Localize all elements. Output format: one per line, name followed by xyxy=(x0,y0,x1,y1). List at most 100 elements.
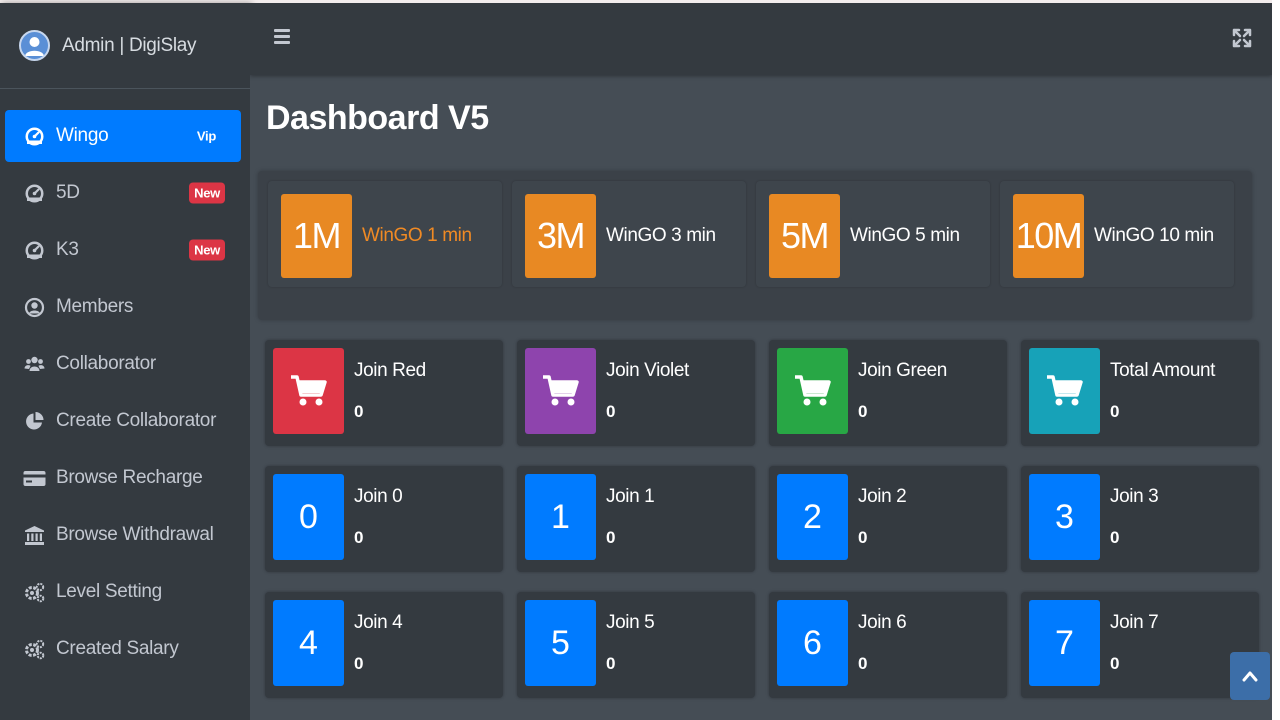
stat-join-violet: Join Violet 0 xyxy=(517,340,755,446)
game-wingo-5min[interactable]: 5M WinGO 5 min xyxy=(756,181,990,287)
game-wingo-1min[interactable]: 1M WinGO 1 min xyxy=(268,181,502,287)
number-badge: 4 xyxy=(273,600,344,686)
sidebar-item-browse-withdrawal[interactable]: Browse Withdrawal xyxy=(5,509,241,561)
stat-label: Join 5 xyxy=(606,612,655,633)
sidebar-menu: Wingo Vip 5D New K3 New Members Collabor… xyxy=(0,89,250,675)
sidebar-item-create-collaborator[interactable]: Create Collaborator xyxy=(5,395,241,447)
page-title: Dashboard V5 xyxy=(266,99,489,137)
stat-join-2: 2 Join 2 0 xyxy=(769,466,1007,572)
user-circle-icon xyxy=(23,296,46,319)
stat-value: 0 xyxy=(1110,654,1120,673)
sidebar-item-label: Members xyxy=(56,296,134,317)
stat-value: 0 xyxy=(354,528,364,547)
number-badge: 2 xyxy=(777,474,848,560)
stat-value: 0 xyxy=(858,654,868,673)
sidebar-item-label: Wingo xyxy=(56,125,109,146)
stat-join-3: 3 Join 3 0 xyxy=(1021,466,1259,572)
hamburger-menu-icon[interactable] xyxy=(274,29,290,45)
number-badge: 7 xyxy=(1029,600,1100,686)
stat-value: 0 xyxy=(606,402,616,421)
stat-label: Join 6 xyxy=(858,612,907,633)
stat-total-amount: Total Amount 0 xyxy=(1021,340,1259,446)
stat-join-5: 5 Join 5 0 xyxy=(517,592,755,698)
sidebar-item-level-setting[interactable]: Level Setting xyxy=(5,566,241,618)
sidebar-item-members[interactable]: Members xyxy=(5,281,241,333)
stat-value: 0 xyxy=(858,528,868,547)
stat-join-green: Join Green 0 xyxy=(769,340,1007,446)
stat-value: 0 xyxy=(354,402,364,421)
sidebar-item-label: 5D xyxy=(56,182,80,203)
game-code-badge: 1M xyxy=(281,194,352,278)
tachometer-icon xyxy=(23,182,46,205)
sidebar-item-wingo[interactable]: Wingo Vip xyxy=(5,110,241,162)
stat-join-1: 1 Join 1 0 xyxy=(517,466,755,572)
stat-label: Join 1 xyxy=(606,486,655,507)
stat-value: 0 xyxy=(606,528,616,547)
main-content: Dashboard V5 1M WinGO 1 min 3M WinGO 3 m… xyxy=(250,3,1272,720)
game-label[interactable]: WinGO 10 min xyxy=(1094,225,1214,247)
game-label[interactable]: WinGO 1 min xyxy=(362,225,472,247)
credit-card-icon xyxy=(23,467,46,490)
game-wingo-10min[interactable]: 10M WinGO 10 min xyxy=(1000,181,1234,287)
sidebar-item-label: Create Collaborator xyxy=(56,410,217,431)
stat-label: Total Amount xyxy=(1110,360,1216,381)
stat-join-red: Join Red 0 xyxy=(265,340,503,446)
stat-label: Join Violet xyxy=(606,360,689,381)
games-card: 1M WinGO 1 min 3M WinGO 3 min 5M WinGO 5… xyxy=(258,171,1252,320)
cart-icon xyxy=(777,348,848,434)
sidebar-item-label: Browse Withdrawal xyxy=(56,524,214,545)
game-wingo-3min[interactable]: 3M WinGO 3 min xyxy=(512,181,746,287)
chevron-up-icon xyxy=(1242,671,1258,682)
bank-icon xyxy=(23,524,46,547)
user-avatar-icon xyxy=(19,30,50,61)
game-code-badge: 3M xyxy=(525,194,596,278)
sidebar-item-label: K3 xyxy=(56,239,79,260)
brand[interactable]: Admin | DigiSlay xyxy=(0,3,250,89)
fullscreen-expand-icon[interactable] xyxy=(1232,28,1252,48)
stat-value: 0 xyxy=(606,654,616,673)
pie-chart-icon xyxy=(23,410,46,433)
stat-label: Join 2 xyxy=(858,486,907,507)
sidebar-item-created-salary[interactable]: Created Salary xyxy=(5,623,241,675)
stat-join-4: 4 Join 4 0 xyxy=(265,592,503,698)
stat-value: 0 xyxy=(1110,528,1120,547)
sidebar-item-label: Created Salary xyxy=(56,638,179,659)
stat-label: Join 0 xyxy=(354,486,403,507)
stat-join-7: 7 Join 7 0 xyxy=(1021,592,1259,698)
tachometer-icon xyxy=(23,239,46,262)
game-code-badge: 5M xyxy=(769,194,840,278)
stat-label: Join Red xyxy=(354,360,426,381)
brand-text: Admin | DigiSlay xyxy=(62,34,197,56)
sidebar-item-browse-recharge[interactable]: Browse Recharge xyxy=(5,452,241,504)
stat-value: 0 xyxy=(1110,402,1120,421)
sidebar: Admin | DigiSlay Wingo Vip 5D New K3 New xyxy=(0,3,250,720)
sidebar-item-k3[interactable]: K3 New xyxy=(5,224,241,276)
stat-label: Join 4 xyxy=(354,612,403,633)
tachometer-icon xyxy=(23,125,46,148)
number-badge: 3 xyxy=(1029,474,1100,560)
new-badge: New xyxy=(189,239,225,261)
sidebar-item-label: Collaborator xyxy=(56,353,156,374)
sidebar-item-collaborator[interactable]: Collaborator xyxy=(5,338,241,390)
vip-badge: Vip xyxy=(196,128,216,144)
number-badge: 5 xyxy=(525,600,596,686)
game-label[interactable]: WinGO 5 min xyxy=(850,225,960,247)
stat-value: 0 xyxy=(354,654,364,673)
top-navbar xyxy=(250,3,1272,75)
game-label[interactable]: WinGO 3 min xyxy=(606,225,716,247)
back-to-top-button[interactable] xyxy=(1230,652,1270,700)
stat-value: 0 xyxy=(858,402,868,421)
number-badge: 1 xyxy=(525,474,596,560)
cart-icon xyxy=(1029,348,1100,434)
users-icon xyxy=(23,353,46,376)
cogs-icon xyxy=(23,581,46,604)
sidebar-item-label: Browse Recharge xyxy=(56,467,203,488)
stat-label: Join 3 xyxy=(1110,486,1159,507)
cart-icon xyxy=(273,348,344,434)
game-code-badge: 10M xyxy=(1013,194,1084,278)
cogs-icon xyxy=(23,638,46,661)
cart-icon xyxy=(525,348,596,434)
right-edge xyxy=(1272,0,1280,720)
stat-label: Join 7 xyxy=(1110,612,1159,633)
sidebar-item-5d[interactable]: 5D New xyxy=(5,167,241,219)
